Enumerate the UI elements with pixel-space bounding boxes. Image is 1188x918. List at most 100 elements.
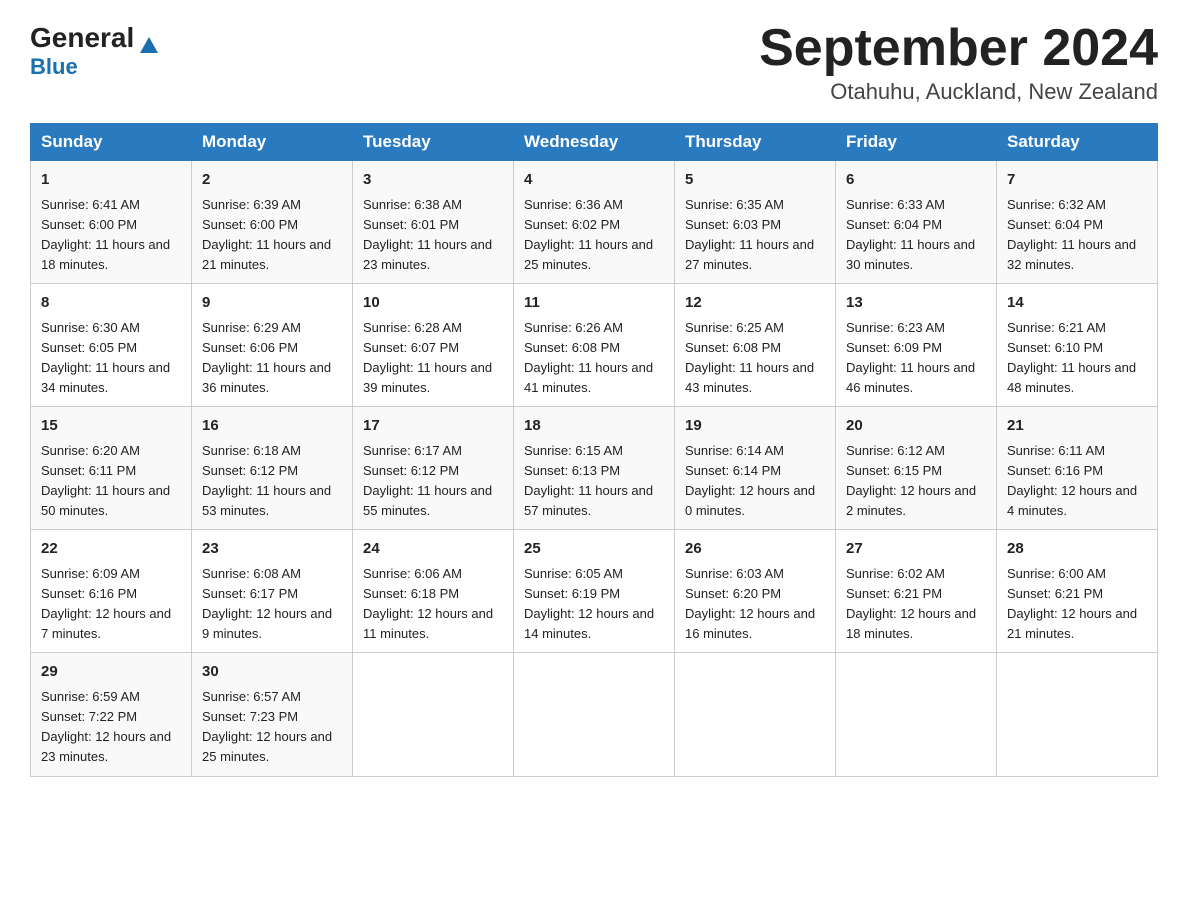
col-header-thursday: Thursday (675, 124, 836, 161)
day-info: Sunrise: 6:23 AM Sunset: 6:09 PM Dayligh… (846, 318, 986, 399)
calendar-cell: 5 Sunrise: 6:35 AM Sunset: 6:03 PM Dayli… (675, 161, 836, 284)
day-info: Sunrise: 6:26 AM Sunset: 6:08 PM Dayligh… (524, 318, 664, 399)
calendar-cell: 16 Sunrise: 6:18 AM Sunset: 6:12 PM Dayl… (192, 407, 353, 530)
day-info: Sunrise: 6:20 AM Sunset: 6:11 PM Dayligh… (41, 441, 181, 522)
calendar-cell: 15 Sunrise: 6:20 AM Sunset: 6:11 PM Dayl… (31, 407, 192, 530)
calendar-cell: 8 Sunrise: 6:30 AM Sunset: 6:05 PM Dayli… (31, 284, 192, 407)
day-number: 13 (846, 292, 986, 315)
calendar-cell: 2 Sunrise: 6:39 AM Sunset: 6:00 PM Dayli… (192, 161, 353, 284)
day-number: 7 (1007, 169, 1147, 192)
calendar-cell: 20 Sunrise: 6:12 AM Sunset: 6:15 PM Dayl… (836, 407, 997, 530)
col-header-saturday: Saturday (997, 124, 1158, 161)
calendar-week-row: 1 Sunrise: 6:41 AM Sunset: 6:00 PM Dayli… (31, 161, 1158, 284)
day-info: Sunrise: 6:57 AM Sunset: 7:23 PM Dayligh… (202, 687, 342, 768)
day-info: Sunrise: 6:00 AM Sunset: 6:21 PM Dayligh… (1007, 564, 1147, 645)
calendar-cell: 10 Sunrise: 6:28 AM Sunset: 6:07 PM Dayl… (353, 284, 514, 407)
day-number: 27 (846, 538, 986, 561)
calendar-cell: 25 Sunrise: 6:05 AM Sunset: 6:19 PM Dayl… (514, 530, 675, 653)
day-info: Sunrise: 6:35 AM Sunset: 6:03 PM Dayligh… (685, 195, 825, 276)
day-info: Sunrise: 6:32 AM Sunset: 6:04 PM Dayligh… (1007, 195, 1147, 276)
calendar-cell: 11 Sunrise: 6:26 AM Sunset: 6:08 PM Dayl… (514, 284, 675, 407)
day-number: 17 (363, 415, 503, 438)
day-info: Sunrise: 6:08 AM Sunset: 6:17 PM Dayligh… (202, 564, 342, 645)
calendar-cell: 21 Sunrise: 6:11 AM Sunset: 6:16 PM Dayl… (997, 407, 1158, 530)
calendar-cell: 14 Sunrise: 6:21 AM Sunset: 6:10 PM Dayl… (997, 284, 1158, 407)
day-number: 1 (41, 169, 181, 192)
calendar-week-row: 15 Sunrise: 6:20 AM Sunset: 6:11 PM Dayl… (31, 407, 1158, 530)
calendar-week-row: 29 Sunrise: 6:59 AM Sunset: 7:22 PM Dayl… (31, 653, 1158, 776)
calendar-week-row: 8 Sunrise: 6:30 AM Sunset: 6:05 PM Dayli… (31, 284, 1158, 407)
calendar-cell: 28 Sunrise: 6:00 AM Sunset: 6:21 PM Dayl… (997, 530, 1158, 653)
day-number: 19 (685, 415, 825, 438)
calendar-cell (353, 653, 514, 776)
col-header-sunday: Sunday (31, 124, 192, 161)
day-info: Sunrise: 6:12 AM Sunset: 6:15 PM Dayligh… (846, 441, 986, 522)
day-info: Sunrise: 6:38 AM Sunset: 6:01 PM Dayligh… (363, 195, 503, 276)
day-number: 23 (202, 538, 342, 561)
day-info: Sunrise: 6:36 AM Sunset: 6:02 PM Dayligh… (524, 195, 664, 276)
day-info: Sunrise: 6:39 AM Sunset: 6:00 PM Dayligh… (202, 195, 342, 276)
day-number: 29 (41, 661, 181, 684)
page-title: September 2024 (759, 20, 1158, 77)
day-number: 16 (202, 415, 342, 438)
logo: General Blue (30, 20, 160, 80)
calendar-cell: 9 Sunrise: 6:29 AM Sunset: 6:06 PM Dayli… (192, 284, 353, 407)
calendar-cell: 23 Sunrise: 6:08 AM Sunset: 6:17 PM Dayl… (192, 530, 353, 653)
day-number: 21 (1007, 415, 1147, 438)
day-info: Sunrise: 6:30 AM Sunset: 6:05 PM Dayligh… (41, 318, 181, 399)
day-info: Sunrise: 6:28 AM Sunset: 6:07 PM Dayligh… (363, 318, 503, 399)
calendar-cell: 17 Sunrise: 6:17 AM Sunset: 6:12 PM Dayl… (353, 407, 514, 530)
calendar-cell: 13 Sunrise: 6:23 AM Sunset: 6:09 PM Dayl… (836, 284, 997, 407)
col-header-friday: Friday (836, 124, 997, 161)
calendar-cell (836, 653, 997, 776)
calendar-cell: 19 Sunrise: 6:14 AM Sunset: 6:14 PM Dayl… (675, 407, 836, 530)
day-number: 6 (846, 169, 986, 192)
day-info: Sunrise: 6:11 AM Sunset: 6:16 PM Dayligh… (1007, 441, 1147, 522)
day-number: 8 (41, 292, 181, 315)
day-number: 12 (685, 292, 825, 315)
logo-triangle-icon (138, 34, 160, 56)
day-info: Sunrise: 6:29 AM Sunset: 6:06 PM Dayligh… (202, 318, 342, 399)
col-header-wednesday: Wednesday (514, 124, 675, 161)
day-info: Sunrise: 6:21 AM Sunset: 6:10 PM Dayligh… (1007, 318, 1147, 399)
calendar-cell: 3 Sunrise: 6:38 AM Sunset: 6:01 PM Dayli… (353, 161, 514, 284)
calendar-week-row: 22 Sunrise: 6:09 AM Sunset: 6:16 PM Dayl… (31, 530, 1158, 653)
calendar-cell (997, 653, 1158, 776)
calendar-cell: 4 Sunrise: 6:36 AM Sunset: 6:02 PM Dayli… (514, 161, 675, 284)
calendar-cell: 24 Sunrise: 6:06 AM Sunset: 6:18 PM Dayl… (353, 530, 514, 653)
day-number: 30 (202, 661, 342, 684)
calendar-cell (514, 653, 675, 776)
logo-blue-text: Blue (30, 54, 78, 80)
day-number: 22 (41, 538, 181, 561)
calendar-header-row: Sunday Monday Tuesday Wednesday Thursday… (31, 124, 1158, 161)
day-info: Sunrise: 6:03 AM Sunset: 6:20 PM Dayligh… (685, 564, 825, 645)
calendar-table: Sunday Monday Tuesday Wednesday Thursday… (30, 123, 1158, 776)
col-header-monday: Monday (192, 124, 353, 161)
calendar-cell: 29 Sunrise: 6:59 AM Sunset: 7:22 PM Dayl… (31, 653, 192, 776)
day-number: 25 (524, 538, 664, 561)
calendar-cell: 6 Sunrise: 6:33 AM Sunset: 6:04 PM Dayli… (836, 161, 997, 284)
title-area: September 2024 Otahuhu, Auckland, New Ze… (759, 20, 1158, 105)
day-number: 28 (1007, 538, 1147, 561)
calendar-cell: 12 Sunrise: 6:25 AM Sunset: 6:08 PM Dayl… (675, 284, 836, 407)
day-info: Sunrise: 6:09 AM Sunset: 6:16 PM Dayligh… (41, 564, 181, 645)
day-number: 24 (363, 538, 503, 561)
day-number: 15 (41, 415, 181, 438)
logo-general-text: General (30, 22, 134, 54)
day-info: Sunrise: 6:18 AM Sunset: 6:12 PM Dayligh… (202, 441, 342, 522)
calendar-cell: 26 Sunrise: 6:03 AM Sunset: 6:20 PM Dayl… (675, 530, 836, 653)
col-header-tuesday: Tuesday (353, 124, 514, 161)
day-number: 5 (685, 169, 825, 192)
day-number: 11 (524, 292, 664, 315)
day-info: Sunrise: 6:14 AM Sunset: 6:14 PM Dayligh… (685, 441, 825, 522)
day-info: Sunrise: 6:02 AM Sunset: 6:21 PM Dayligh… (846, 564, 986, 645)
day-info: Sunrise: 6:33 AM Sunset: 6:04 PM Dayligh… (846, 195, 986, 276)
day-info: Sunrise: 6:05 AM Sunset: 6:19 PM Dayligh… (524, 564, 664, 645)
day-info: Sunrise: 6:59 AM Sunset: 7:22 PM Dayligh… (41, 687, 181, 768)
page-header: General Blue September 2024 Otahuhu, Auc… (30, 20, 1158, 105)
location-subtitle: Otahuhu, Auckland, New Zealand (759, 79, 1158, 105)
day-number: 2 (202, 169, 342, 192)
calendar-cell: 7 Sunrise: 6:32 AM Sunset: 6:04 PM Dayli… (997, 161, 1158, 284)
calendar-cell: 18 Sunrise: 6:15 AM Sunset: 6:13 PM Dayl… (514, 407, 675, 530)
day-info: Sunrise: 6:17 AM Sunset: 6:12 PM Dayligh… (363, 441, 503, 522)
